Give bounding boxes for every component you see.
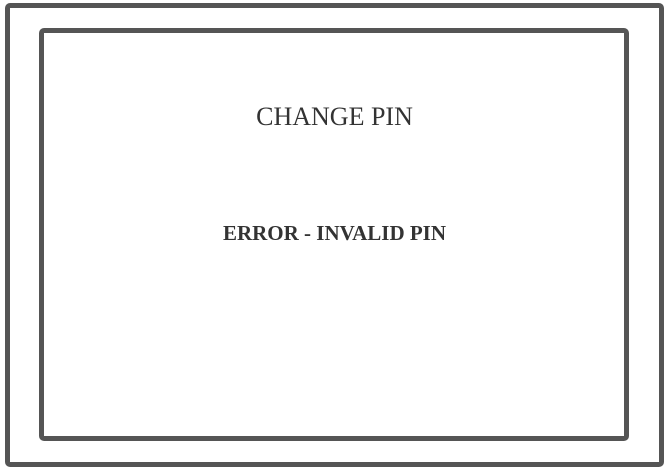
error-message: ERROR - INVALID PIN [222,221,447,245]
screen-title: CHANGE PIN [256,102,413,131]
